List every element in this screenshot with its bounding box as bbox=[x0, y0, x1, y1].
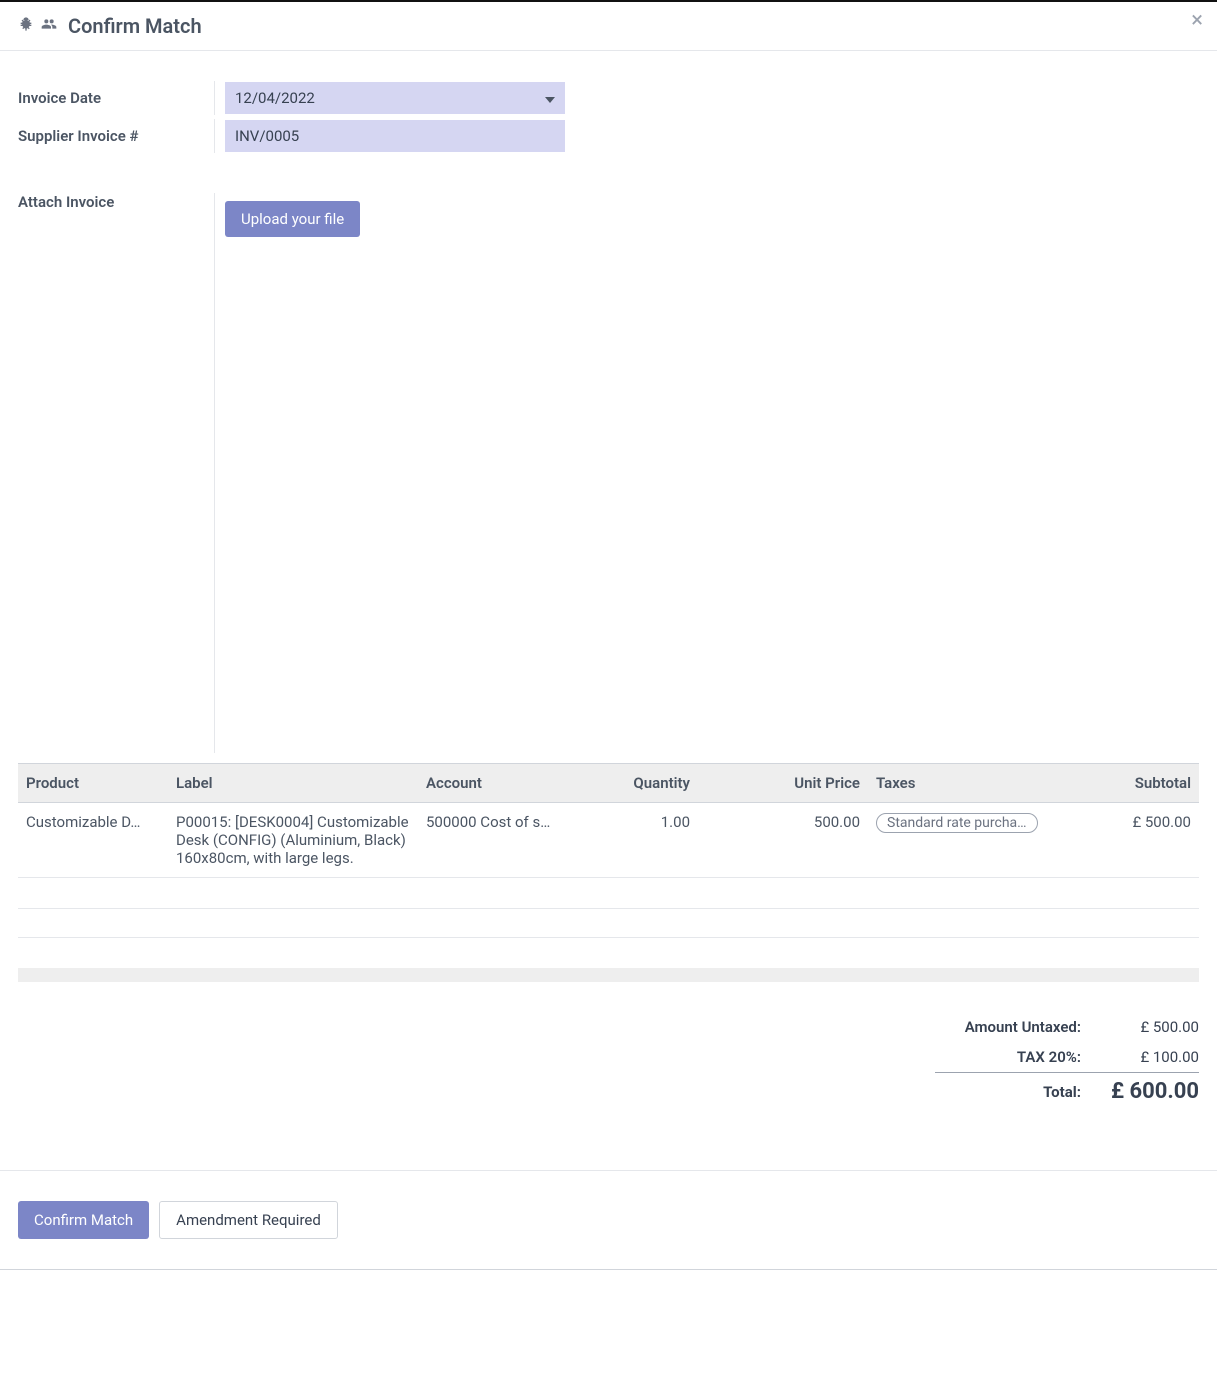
users-icon[interactable] bbox=[40, 16, 58, 36]
tax-label: TAX 20%: bbox=[935, 1042, 1081, 1073]
tax-tag[interactable]: Standard rate purcha… bbox=[876, 813, 1038, 833]
col-quantity[interactable]: Quantity bbox=[568, 764, 698, 803]
header-icons bbox=[18, 16, 58, 36]
total-label: Total: bbox=[935, 1073, 1081, 1111]
cell-quantity: 1.00 bbox=[568, 803, 698, 878]
cell-label: P00015: [DESK0004] Customizable Desk (CO… bbox=[168, 803, 418, 878]
supplier-invoice-label: Supplier Invoice # bbox=[18, 127, 214, 145]
close-icon[interactable]: × bbox=[1191, 10, 1203, 32]
col-label[interactable]: Label bbox=[168, 764, 418, 803]
tax-value: £ 100.00 bbox=[1081, 1042, 1199, 1073]
col-product[interactable]: Product bbox=[18, 764, 168, 803]
amendment-required-button[interactable]: Amendment Required bbox=[159, 1201, 338, 1239]
dialog-title: Confirm Match bbox=[68, 14, 202, 38]
invoice-date-label: Invoice Date bbox=[18, 89, 214, 107]
col-unit-price[interactable]: Unit Price bbox=[698, 764, 868, 803]
cell-unit-price: 500.00 bbox=[698, 803, 868, 878]
cell-subtotal: £ 500.00 bbox=[1058, 803, 1199, 878]
amount-untaxed-label: Amount Untaxed: bbox=[935, 1012, 1081, 1042]
empty-list-area bbox=[18, 908, 1199, 938]
confirm-match-button[interactable]: Confirm Match bbox=[18, 1201, 149, 1239]
cell-product: Customizable D… bbox=[26, 813, 160, 831]
amount-untaxed-value: £ 500.00 bbox=[1081, 1012, 1199, 1042]
dialog: Confirm Match × Invoice Date Supplier In… bbox=[0, 0, 1217, 1270]
table-row[interactable]: Customizable D… P00015: [DESK0004] Custo… bbox=[18, 803, 1199, 878]
attach-invoice-row: Attach Invoice Upload your file bbox=[18, 193, 1199, 753]
attach-invoice-label: Attach Invoice bbox=[18, 193, 214, 753]
grey-bar bbox=[18, 968, 1199, 982]
totals-block: Amount Untaxed: £ 500.00 TAX 20%: £ 100.… bbox=[18, 1012, 1199, 1110]
dialog-footer: Confirm Match Amendment Required bbox=[0, 1170, 1217, 1239]
form-area: Invoice Date Supplier Invoice # Attach I… bbox=[0, 51, 1217, 763]
invoice-date-row: Invoice Date bbox=[18, 81, 1199, 115]
dialog-header: Confirm Match × bbox=[0, 2, 1217, 51]
col-taxes[interactable]: Taxes bbox=[868, 764, 1058, 803]
empty-row bbox=[18, 908, 1199, 938]
col-subtotal[interactable]: Subtotal bbox=[1058, 764, 1199, 803]
invoice-date-input[interactable] bbox=[225, 82, 565, 114]
supplier-invoice-row: Supplier Invoice # bbox=[18, 119, 1199, 153]
col-account[interactable]: Account bbox=[418, 764, 568, 803]
line-items-table: Product Label Account Quantity Unit Pric… bbox=[18, 763, 1199, 878]
total-value: £ 600.00 bbox=[1081, 1073, 1199, 1111]
upload-file-button[interactable]: Upload your file bbox=[225, 201, 360, 237]
cell-account: 500000 Cost of s… bbox=[426, 813, 560, 831]
supplier-invoice-input[interactable] bbox=[225, 120, 565, 152]
table-header-row: Product Label Account Quantity Unit Pric… bbox=[18, 764, 1199, 803]
bug-icon[interactable] bbox=[18, 16, 34, 36]
